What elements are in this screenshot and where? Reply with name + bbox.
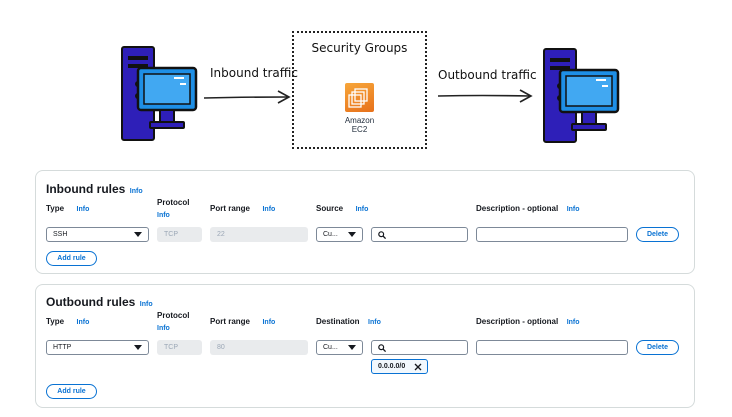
outbound-arrow <box>437 89 533 103</box>
inbound-arrow <box>203 90 291 104</box>
search-icon <box>378 344 386 352</box>
inbound-description-header: Description - optional Info <box>476 198 580 216</box>
outbound-type-info-link[interactable]: Info <box>77 319 90 326</box>
outbound-delete-button[interactable]: Delete <box>636 340 679 355</box>
inbound-rules-panel: Inbound rules Info Type Info Protocol In… <box>35 170 695 274</box>
outbound-protocol-info-link[interactable]: Info <box>157 325 197 332</box>
inbound-protocol-info-link[interactable]: Info <box>157 212 197 219</box>
ec2-caption-line1: Amazon <box>344 116 375 125</box>
inbound-type-header: Type Info <box>46 198 89 216</box>
outbound-protocol-header: Protocol Info <box>157 311 197 332</box>
outbound-type-value: HTTP <box>53 344 72 351</box>
inbound-source-value: Cu... <box>323 231 338 238</box>
inbound-type-select[interactable]: SSH <box>46 227 149 242</box>
outbound-rules-panel: Outbound rules Info Type Info Protocol I… <box>35 284 695 408</box>
inbound-source-header-label: Source <box>316 204 344 213</box>
inbound-protocol-header-label: Protocol <box>157 198 190 207</box>
inbound-description-input[interactable] <box>476 227 628 242</box>
inbound-description-header-label: Description - optional <box>476 204 559 213</box>
caret-down-icon <box>134 345 142 350</box>
outbound-server-icon <box>543 48 620 143</box>
ec2-caption-line2: EC2 <box>351 125 368 134</box>
outbound-destination-value: Cu... <box>323 344 338 351</box>
outbound-destination-search-input[interactable] <box>371 340 468 355</box>
security-groups-box: Security Groups Amazon EC2 <box>292 31 427 149</box>
destination-cidr-value: 0.0.0.0/0 <box>378 363 406 370</box>
outbound-port-info-link[interactable]: Info <box>262 319 275 326</box>
caret-down-icon <box>348 232 356 237</box>
outbound-description-input[interactable] <box>476 340 628 355</box>
outbound-description-header-label: Description - optional <box>476 317 559 326</box>
security-groups-title: Security Groups <box>311 41 408 55</box>
outbound-port-header-label: Port range <box>210 317 251 326</box>
inbound-delete-button[interactable]: Delete <box>636 227 679 242</box>
search-icon <box>378 231 386 239</box>
outbound-port-header: Port range Info <box>210 311 275 329</box>
inbound-rules-title: Inbound rules <box>46 182 126 196</box>
outbound-type-header-label: Type <box>46 317 65 326</box>
outbound-header: Outbound rules Info <box>46 293 153 311</box>
outbound-destination-header-label: Destination <box>316 317 360 326</box>
inbound-source-select[interactable]: Cu... <box>316 227 363 242</box>
outbound-destination-info-link[interactable]: Info <box>368 319 381 326</box>
inbound-protocol-field: TCP <box>157 227 202 242</box>
outbound-destination-header: Destination Info <box>316 311 381 329</box>
outbound-description-header: Description - optional Info <box>476 311 580 329</box>
destination-cidr-token: 0.0.0.0/0 <box>371 359 428 374</box>
outbound-type-header: Type Info <box>46 311 89 329</box>
outbound-protocol-header-label: Protocol <box>157 311 190 320</box>
inbound-port-info-link[interactable]: Info <box>262 206 275 213</box>
inbound-type-info-link[interactable]: Info <box>77 206 90 213</box>
inbound-add-rule-button[interactable]: Add rule <box>46 251 97 266</box>
caret-down-icon <box>348 345 356 350</box>
inbound-server-icon <box>121 46 198 141</box>
inbound-port-field: 22 <box>210 227 308 242</box>
outbound-rules-title: Outbound rules <box>46 295 136 309</box>
outbound-destination-select[interactable]: Cu... <box>316 340 363 355</box>
inbound-port-header: Port range Info <box>210 198 275 216</box>
inbound-type-value: SSH <box>53 231 68 238</box>
inbound-header: Inbound rules Info <box>46 180 143 198</box>
inbound-source-info-link[interactable]: Info <box>356 206 369 213</box>
outbound-type-select[interactable]: HTTP <box>46 340 149 355</box>
close-icon[interactable] <box>414 363 422 371</box>
outbound-description-info-link[interactable]: Info <box>567 319 580 326</box>
inbound-rules-info-link[interactable]: Info <box>130 188 143 195</box>
inbound-source-header: Source Info <box>316 198 368 216</box>
inbound-protocol-header: Protocol Info <box>157 198 197 219</box>
outbound-traffic-label: Outbound traffic <box>438 68 537 82</box>
outbound-rules-info-link[interactable]: Info <box>140 301 153 308</box>
ec2-caption: Amazon EC2 <box>294 116 425 134</box>
outbound-add-rule-button[interactable]: Add rule <box>46 384 97 399</box>
outbound-port-field: 80 <box>210 340 308 355</box>
ec2-icon <box>345 83 374 112</box>
inbound-type-header-label: Type <box>46 204 65 213</box>
caret-down-icon <box>134 232 142 237</box>
inbound-port-header-label: Port range <box>210 204 251 213</box>
inbound-traffic-label: Inbound traffic <box>210 66 298 80</box>
outbound-protocol-field: TCP <box>157 340 202 355</box>
inbound-description-info-link[interactable]: Info <box>567 206 580 213</box>
inbound-source-search-input[interactable] <box>371 227 468 242</box>
